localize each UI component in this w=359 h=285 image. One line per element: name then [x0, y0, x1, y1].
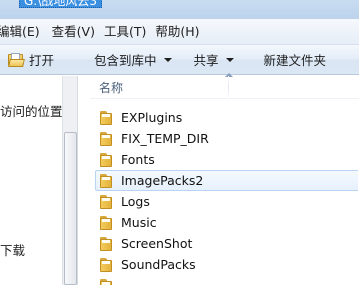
file-list: 名称 EXPlugins FIX_TEMP_DIR Fonts ImagePac…: [90, 73, 359, 285]
share-button-label: 共享: [193, 53, 219, 68]
folder-icon: [100, 236, 115, 251]
file-name: SoundPacks: [121, 257, 196, 272]
list-item[interactable]: EXPlugins: [96, 107, 359, 128]
folder-icon: [100, 173, 115, 188]
scrollbar-thumb[interactable]: [64, 132, 77, 285]
sort-ascending-icon: [225, 73, 233, 77]
navigation-pane: 访问的位置 下载: [0, 76, 63, 285]
nav-item-downloads[interactable]: 下载: [0, 240, 25, 259]
navigation-scrollbar[interactable]: [62, 76, 78, 285]
folder-icon: [100, 110, 115, 125]
include-in-library-label: 包含到库中: [94, 53, 157, 68]
list-item[interactable]: ScreenShot: [96, 233, 359, 254]
share-button[interactable]: 共享: [194, 45, 234, 75]
column-header-name[interactable]: 名称: [90, 73, 359, 99]
open-folder-icon: [8, 52, 25, 67]
file-name: Music: [121, 215, 157, 230]
window-title-bar: G:\战地风云3: [0, 0, 359, 19]
menu-edit[interactable]: 编辑(E): [0, 19, 52, 45]
column-divider[interactable]: [228, 76, 229, 99]
file-name: Fonts: [121, 152, 155, 167]
list-item[interactable]: SoundPacks: [96, 254, 359, 275]
list-item[interactable]: Logs: [96, 191, 359, 212]
menu-bar: 编辑(E) 查看(V) 工具(T) 帮助(H): [0, 19, 359, 45]
chevron-down-icon: [225, 57, 234, 62]
file-name: EXPlugins: [121, 110, 183, 125]
chevron-down-icon: [163, 57, 172, 62]
new-folder-button-label: 新建文件夹: [263, 53, 327, 68]
list-item[interactable]: FIX_TEMP_DIR: [96, 128, 359, 149]
folder-icon: [100, 152, 115, 167]
open-button-label: 打开: [29, 53, 55, 68]
new-folder-button[interactable]: 新建文件夹: [264, 45, 327, 75]
folder-icon: [100, 215, 115, 230]
nav-item-recent-places[interactable]: 访问的位置: [0, 101, 63, 120]
folder-icon: [100, 194, 115, 209]
file-name: ImagePacks2: [121, 173, 204, 188]
folder-icon: [100, 278, 115, 285]
menu-help[interactable]: 帮助(H): [155, 19, 208, 45]
file-name: FIX_TEMP_DIR: [121, 131, 209, 146]
pane-splitter[interactable]: [78, 76, 90, 285]
folder-icon: [100, 131, 115, 146]
column-header-label: 名称: [99, 80, 124, 95]
open-button[interactable]: 打开: [8, 45, 54, 75]
list-item-selected[interactable]: ImagePacks2: [95, 170, 358, 191]
file-name: ScreenShot: [121, 236, 193, 251]
list-item[interactable]: [96, 275, 359, 285]
window-title: G:\战地风云3: [19, 0, 103, 8]
list-item[interactable]: Fonts: [96, 149, 359, 170]
menu-tools[interactable]: 工具(T): [104, 19, 155, 45]
list-item[interactable]: Music: [96, 212, 359, 233]
command-bar: 打开 包含到库中 共享 新建文件夹: [0, 45, 359, 75]
folder-icon: [100, 257, 115, 272]
menu-view[interactable]: 查看(V): [52, 19, 104, 45]
file-name: Logs: [121, 194, 150, 209]
include-in-library-button[interactable]: 包含到库中: [94, 45, 172, 75]
